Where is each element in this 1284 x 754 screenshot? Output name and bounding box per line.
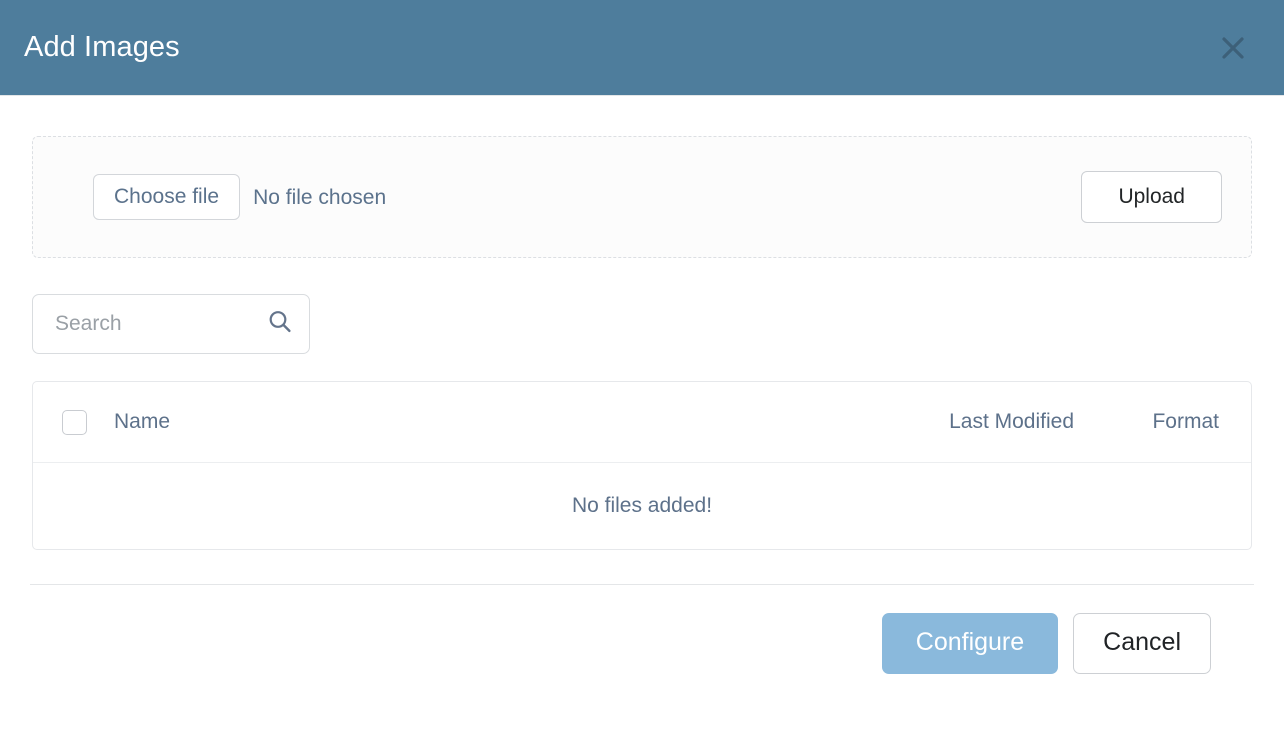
close-icon xyxy=(1220,35,1246,61)
cancel-button[interactable]: Cancel xyxy=(1073,613,1211,674)
table-empty-message: No files added! xyxy=(571,494,713,517)
choose-file-button[interactable]: Choose file xyxy=(93,174,241,220)
table-header-row: Name Last Modified Format xyxy=(33,382,1251,463)
column-header-name[interactable]: Name xyxy=(114,410,844,434)
dialog-title: Add Images xyxy=(24,31,180,63)
dialog-header: Add Images xyxy=(0,0,1284,96)
upload-dropzone[interactable]: Choose file No file chosen Upload xyxy=(32,136,1252,258)
column-header-last-modified[interactable]: Last Modified xyxy=(844,410,1074,434)
search-field-wrapper xyxy=(32,294,310,354)
dialog-footer: Configure Cancel xyxy=(0,585,1284,674)
select-all-checkbox[interactable] xyxy=(62,409,87,435)
file-picker: Choose file No file chosen xyxy=(93,174,386,220)
file-table: Name Last Modified Format No files added… xyxy=(32,381,1252,550)
search-input[interactable] xyxy=(32,294,310,354)
add-images-dialog: Add Images Choose file No file chosen Up… xyxy=(0,0,1284,754)
column-header-format[interactable]: Format xyxy=(1074,410,1251,434)
configure-button[interactable]: Configure xyxy=(881,613,1059,674)
close-button[interactable] xyxy=(1216,31,1250,65)
upload-button[interactable]: Upload xyxy=(1081,171,1222,223)
file-status-label: No file chosen xyxy=(253,185,387,209)
